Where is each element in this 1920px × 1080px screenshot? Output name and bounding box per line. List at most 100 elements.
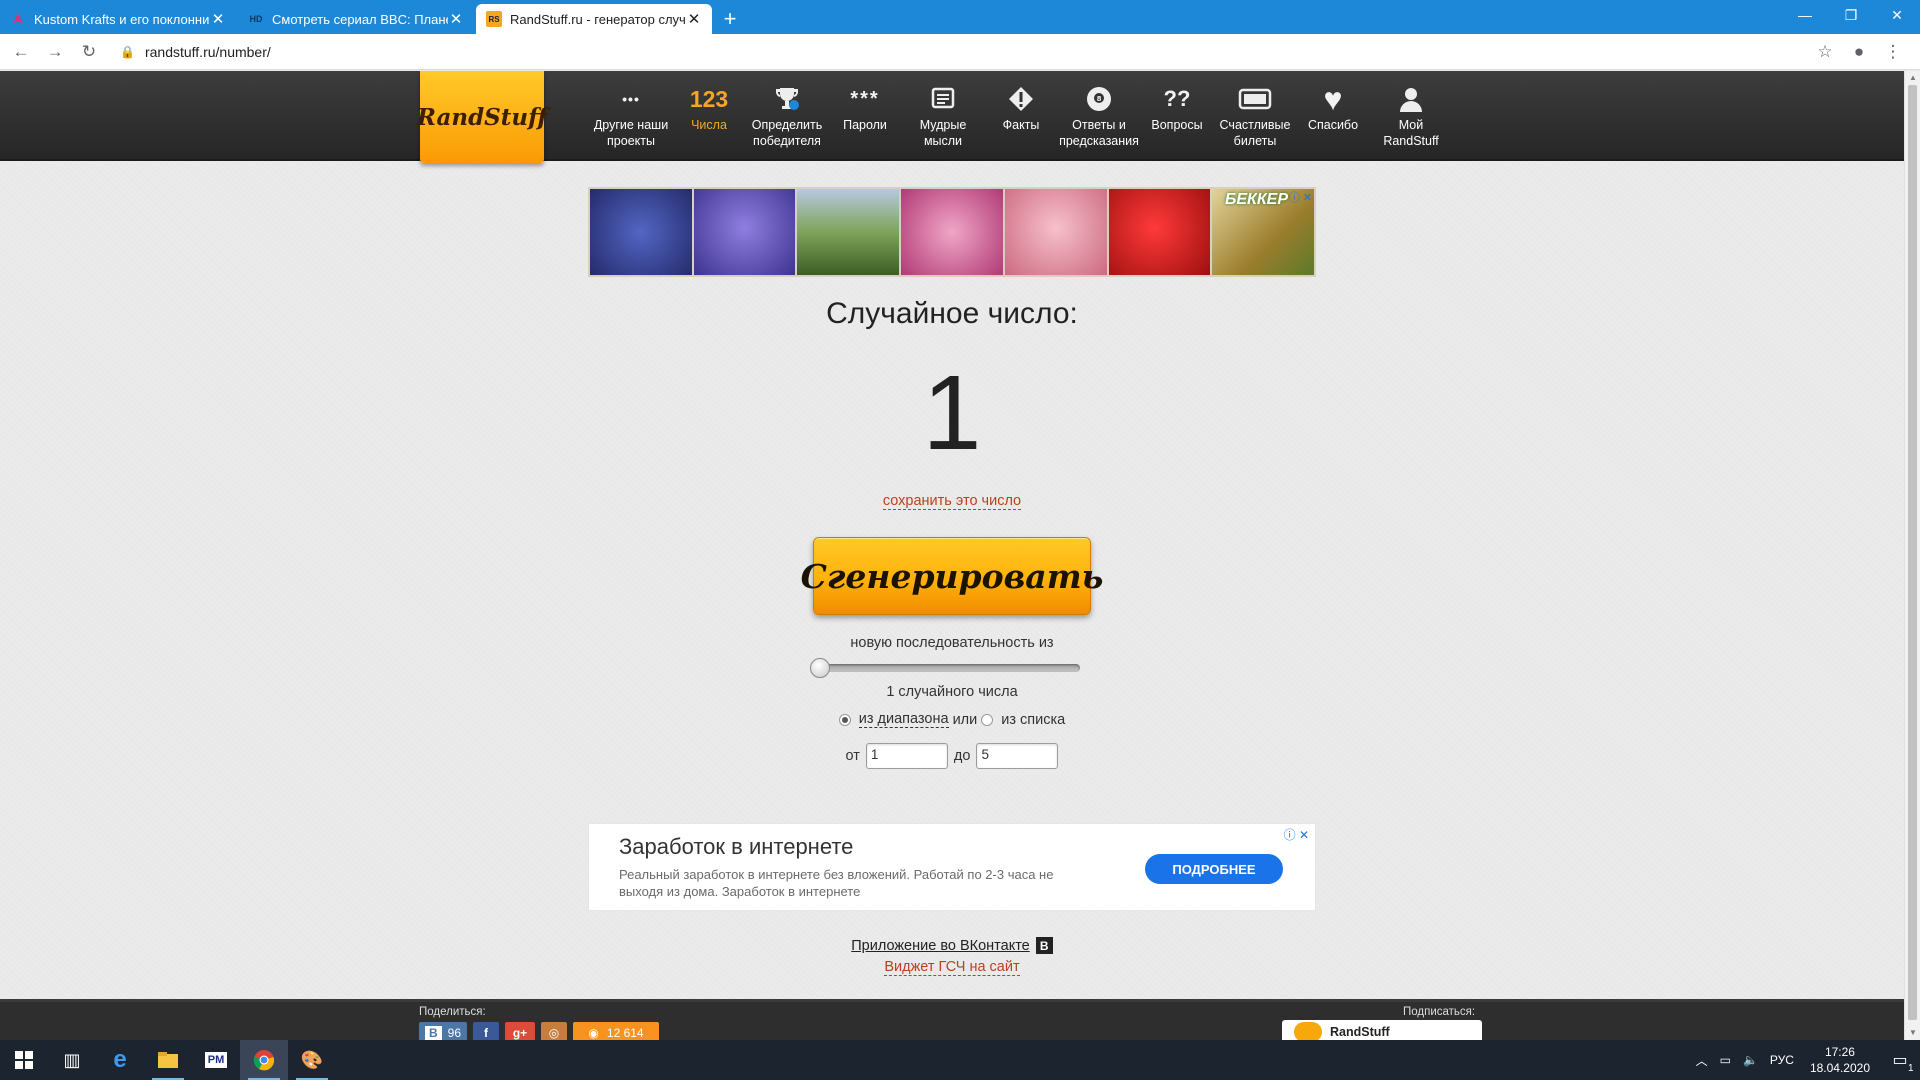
menu-item-numbers[interactable]: 123 Числа: [670, 71, 748, 159]
file-explorer-icon[interactable]: [144, 1040, 192, 1080]
windows-taskbar: ▥ e PM 🎨 ︿ ▭ 🔈 РУС 17:26 18.04.2020 ▭ 1: [0, 1040, 1920, 1080]
share-buttons: B 96 f g+ ◎ ◉ 12 614: [419, 1022, 659, 1040]
scroll-down-icon[interactable]: ▼: [1905, 1026, 1920, 1040]
menu-item-passwords[interactable]: *** Пароли: [826, 71, 904, 159]
menu-label: Счастливые билеты: [1219, 118, 1291, 148]
restore-icon[interactable]: ❐: [1828, 0, 1874, 30]
radio-range[interactable]: [838, 713, 851, 726]
paint-app-icon[interactable]: 🎨: [288, 1040, 336, 1080]
banner-ad-top[interactable]: БЕККЕР ⓘ ✕: [588, 187, 1316, 277]
ok-icon: ◉: [588, 1026, 599, 1040]
url-input[interactable]: 🔒 randstuff.ru/number/: [120, 38, 1808, 66]
back-icon[interactable]: ←: [8, 39, 34, 65]
ad-image: [693, 189, 796, 275]
clock[interactable]: 17:26 18.04.2020: [1800, 1044, 1880, 1076]
star-icon[interactable]: ☆: [1808, 38, 1842, 66]
menu-item-thanks[interactable]: ♥ Спасибо: [1294, 71, 1372, 159]
scroll-thumb[interactable]: [1908, 85, 1917, 1020]
scroll-up-icon[interactable]: ▲: [1905, 71, 1920, 85]
browser-tab-kustom[interactable]: Kustom Krafts и его поклонник... ✕: [0, 4, 236, 34]
ad-headline[interactable]: Заработок в интернете: [619, 834, 853, 860]
vk-icon: B: [424, 1026, 442, 1040]
menu-item-tickets[interactable]: Счастливые билеты: [1216, 71, 1294, 159]
radio-range-label[interactable]: из диапазона: [858, 711, 949, 728]
close-tab-icon[interactable]: ✕: [448, 10, 464, 28]
heart-icon: ♥: [1323, 81, 1343, 117]
ok-share-button[interactable]: ◉ 12 614: [573, 1022, 659, 1040]
tray-chevron-icon[interactable]: ︿: [1690, 1052, 1714, 1069]
page-title: Случайное число:: [826, 297, 1078, 330]
ad-info-icon[interactable]: ⓘ ✕: [1284, 826, 1309, 843]
text-ad-bottom[interactable]: Заработок в интернете Реальный заработок…: [588, 823, 1316, 911]
close-icon[interactable]: ✕: [1874, 0, 1920, 30]
minimize-icon[interactable]: —: [1782, 0, 1828, 30]
vk-icon[interactable]: B: [1035, 937, 1053, 954]
menu-label: Числа: [691, 118, 727, 132]
browser-tab-randstuff[interactable]: RS RandStuff.ru - генератор случай... ✕: [476, 4, 712, 34]
randstuff-avatar: [1294, 1022, 1322, 1040]
menu-label: Спасибо: [1307, 118, 1359, 132]
google-plus-share-button[interactable]: g+: [505, 1022, 535, 1040]
ad-cta-button[interactable]: ПОДРОБНЕЕ: [1145, 854, 1283, 884]
hd-icon: HD: [249, 14, 263, 24]
widget-link[interactable]: Виджет ГСЧ на сайт: [884, 959, 1020, 976]
menu-item-facts[interactable]: Факты: [982, 71, 1060, 159]
save-number-link[interactable]: сохранить это число: [882, 493, 1022, 510]
task-view-icon[interactable]: ▥: [48, 1040, 96, 1080]
new-tab-button[interactable]: +: [714, 4, 746, 34]
to-input[interactable]: 5: [976, 743, 1059, 769]
vk-app-row: Приложение во ВКонтакте B: [0, 937, 1904, 954]
language-indicator[interactable]: РУС: [1764, 1053, 1800, 1067]
from-label: от: [845, 748, 860, 764]
footer: Поделиться: B 96 f g+ ◎ ◉ 12 614 Подписа…: [0, 999, 1904, 1040]
menu-item-other-projects[interactable]: ••• Другие наши проекты: [592, 71, 670, 159]
ad-info-icon[interactable]: ⓘ ✕: [1289, 189, 1312, 205]
slider-handle[interactable]: [810, 658, 830, 678]
menu-label: Ответы и предсказания: [1059, 118, 1139, 148]
trophy-icon: [773, 81, 801, 117]
close-tab-icon[interactable]: ✕: [686, 10, 702, 28]
forward-icon[interactable]: →: [42, 39, 68, 65]
notification-icon[interactable]: ▭ 1: [1880, 1040, 1920, 1080]
menu-label: Факты: [1002, 118, 1040, 132]
from-input[interactable]: 1: [865, 743, 948, 769]
windows-start-icon[interactable]: [0, 1040, 48, 1080]
tab-title: Kustom Krafts и его поклонник...: [34, 11, 210, 27]
browser-tab-bbc[interactable]: HD Смотреть сериал BBC: Планета... ✕: [238, 4, 474, 34]
menu-item-wise-thoughts[interactable]: Мудрые мысли: [904, 71, 982, 159]
site-logo[interactable]: RandStuff: [417, 71, 547, 163]
eight-ball-icon: 8: [1085, 81, 1113, 117]
scrollbar[interactable]: ▲ ▼: [1904, 71, 1920, 1040]
warning-icon: [1007, 81, 1035, 117]
volume-icon[interactable]: 🔈: [1737, 1053, 1764, 1067]
ad-image: [797, 189, 900, 275]
notification-count: 1: [1908, 1063, 1914, 1074]
instagram-icon[interactable]: ◎: [541, 1022, 567, 1040]
vk-app-link[interactable]: Приложение во ВКонтакте: [851, 938, 1030, 954]
count-slider[interactable]: [810, 658, 1080, 678]
facebook-share-button[interactable]: f: [473, 1022, 499, 1040]
close-tab-icon[interactable]: ✕: [210, 10, 226, 28]
vk-share-button[interactable]: B 96: [419, 1022, 467, 1040]
radio-list-label[interactable]: из списка: [1001, 712, 1065, 728]
menu-item-questions[interactable]: ?? Вопросы: [1138, 71, 1216, 159]
generate-button[interactable]: Сгенерировать: [801, 537, 1103, 615]
edge-icon[interactable]: e: [96, 1040, 144, 1080]
ad-brand: БЕККЕР: [1224, 191, 1288, 208]
tab-title: RandStuff.ru - генератор случай...: [510, 11, 686, 27]
chrome-icon[interactable]: [240, 1040, 288, 1080]
menu-item-answers[interactable]: 8 Ответы и предсказания: [1059, 71, 1139, 159]
subscribe-widget[interactable]: RandStuff: [1282, 1020, 1482, 1040]
menu-item-winner[interactable]: Определить победителя: [748, 71, 826, 159]
menu-item-my-randstuff[interactable]: Мой RandStuff: [1372, 71, 1450, 159]
sequence-label: новую последовательность из: [850, 635, 1054, 651]
network-icon[interactable]: ▭: [1714, 1053, 1737, 1067]
reload-icon[interactable]: ↻: [76, 39, 102, 65]
menu-label: Другие наши проекты: [593, 118, 669, 148]
radio-list[interactable]: [981, 713, 994, 726]
menu-icon[interactable]: ⋮: [1876, 38, 1910, 66]
ad-image: [1004, 189, 1107, 275]
ad-image: [901, 189, 1003, 275]
pm-app-icon[interactable]: PM: [192, 1040, 240, 1080]
profile-icon[interactable]: ●: [1842, 38, 1876, 66]
